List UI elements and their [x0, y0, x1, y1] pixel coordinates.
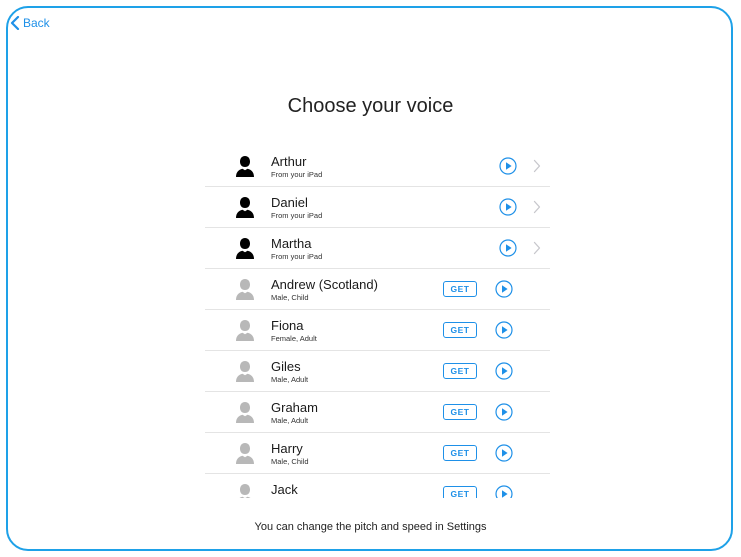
- settings-hint: You can change the pitch and speed in Se…: [254, 521, 487, 533]
- voice-detail: Female, Adult: [271, 334, 317, 343]
- get-button[interactable]: GET: [443, 281, 477, 297]
- voice-name: Harry: [271, 441, 303, 456]
- get-button[interactable]: GET: [443, 486, 477, 498]
- voice-name: Graham: [271, 400, 318, 415]
- get-button[interactable]: GET: [443, 322, 477, 338]
- get-button[interactable]: GET: [443, 363, 477, 379]
- person-icon: [235, 319, 255, 341]
- person-icon: [235, 196, 255, 218]
- voice-row[interactable]: Arthur From your iPad: [205, 146, 550, 187]
- chevron-right-icon[interactable]: [533, 159, 541, 173]
- voice-name: Jack: [271, 482, 298, 497]
- voice-detail: From your iPad: [271, 252, 323, 261]
- play-preview-button[interactable]: [495, 485, 513, 498]
- voice-name: Giles: [271, 359, 301, 374]
- voice-name: Fiona: [271, 318, 304, 333]
- voice-row[interactable]: Martha From your iPad: [205, 228, 550, 269]
- voice-detail: Male, Child: [271, 457, 309, 466]
- page-title: Choose your voice: [287, 95, 454, 117]
- play-circle-icon: [495, 444, 513, 462]
- person-icon: [235, 442, 255, 464]
- person-icon: [235, 401, 255, 423]
- person-icon: [235, 237, 255, 259]
- voice-name: Andrew (Scotland): [271, 277, 378, 292]
- play-circle-icon: [495, 485, 513, 498]
- play-circle-icon: [499, 239, 517, 257]
- voice-name: Martha: [271, 236, 312, 251]
- play-preview-button[interactable]: [495, 444, 513, 462]
- get-button[interactable]: GET: [443, 404, 477, 420]
- get-button[interactable]: GET: [443, 445, 477, 461]
- chevron-right-icon[interactable]: [533, 241, 541, 255]
- voice-list[interactable]: Arthur From your iPad Daniel From your iPad…: [205, 146, 550, 498]
- voice-row[interactable]: Andrew (Scotland) Male, Child GET: [205, 269, 550, 310]
- person-icon: [235, 155, 255, 177]
- play-circle-icon: [499, 198, 517, 216]
- play-preview-button[interactable]: [495, 321, 513, 339]
- voice-detail: Male, Adult: [271, 416, 309, 425]
- voice-detail: From your iPad: [271, 211, 323, 220]
- chevron-right-icon[interactable]: [533, 200, 541, 214]
- voice-detail: From your iPad: [271, 170, 323, 179]
- voice-row[interactable]: Daniel From your iPad: [205, 187, 550, 228]
- voice-name: Arthur: [271, 154, 307, 169]
- person-icon: [235, 278, 255, 300]
- play-circle-icon: [495, 321, 513, 339]
- back-button[interactable]: Back: [10, 14, 50, 32]
- voice-row[interactable]: Giles Male, Adult GET: [205, 351, 550, 392]
- play-preview-button[interactable]: [495, 280, 513, 298]
- voice-name: Daniel: [271, 195, 308, 210]
- play-circle-icon: [495, 362, 513, 380]
- play-preview-button[interactable]: [499, 198, 517, 216]
- play-preview-button[interactable]: [495, 403, 513, 421]
- person-icon: [235, 360, 255, 382]
- play-preview-button[interactable]: [499, 157, 517, 175]
- play-preview-button[interactable]: [499, 239, 517, 257]
- voice-detail: Male, Child: [271, 293, 309, 302]
- play-circle-icon: [499, 157, 517, 175]
- person-icon: [235, 483, 255, 498]
- play-circle-icon: [495, 280, 513, 298]
- voice-detail: Male, Adult: [271, 375, 309, 384]
- voice-row[interactable]: Jack GET: [205, 474, 550, 498]
- chevron-left-icon: [10, 16, 20, 30]
- play-preview-button[interactable]: [495, 362, 513, 380]
- play-circle-icon: [495, 403, 513, 421]
- back-label: Back: [23, 16, 50, 30]
- voice-row[interactable]: Fiona Female, Adult GET: [205, 310, 550, 351]
- voice-row[interactable]: Harry Male, Child GET: [205, 433, 550, 474]
- voice-row[interactable]: Graham Male, Adult GET: [205, 392, 550, 433]
